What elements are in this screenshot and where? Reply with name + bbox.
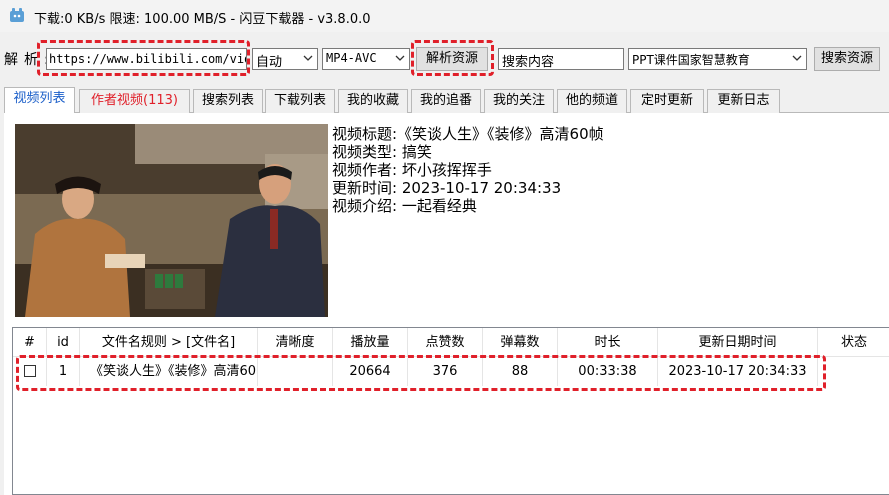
- column-header-danmaku[interactable]: 弹幕数: [483, 328, 558, 357]
- tab-video-list[interactable]: 视频列表: [4, 87, 75, 113]
- video-intro: 视频介绍: 一起看经典: [332, 197, 477, 215]
- column-header-id[interactable]: id: [47, 328, 80, 357]
- tab-search-list[interactable]: 搜索列表: [193, 89, 263, 113]
- row-likes: 376: [408, 358, 483, 386]
- quality-select[interactable]: 自动: [252, 48, 318, 70]
- video-title: 视频标题:《笑谈人生》《装修》高清60帧: [332, 125, 604, 143]
- tab-my-bangumi[interactable]: 我的追番: [411, 89, 481, 113]
- row-id: 1: [47, 358, 80, 386]
- video-thumbnail: [15, 124, 328, 317]
- tab-scheduled-update[interactable]: 定时更新: [630, 89, 704, 113]
- site-select-value: PPT课件国家智慧教育: [632, 53, 750, 67]
- column-header-plays[interactable]: 播放量: [333, 328, 408, 357]
- column-header-likes[interactable]: 点赞数: [408, 328, 483, 357]
- table-header: # id 文件名规则 > [文件名] 清晰度 播放量 点赞数 弹幕数 时长 更新…: [13, 328, 889, 357]
- row-checkbox[interactable]: [23, 364, 36, 377]
- table-row[interactable]: 1 《笑谈人生》《装修》高清60帧 20664 376 88 00:33:38 …: [13, 358, 889, 386]
- row-checkbox-cell[interactable]: [13, 358, 47, 386]
- video-info-panel: 视频标题:《笑谈人生》《装修》高清60帧 视频类型: 搞笑 视频作者: 坏小孩挥…: [332, 125, 604, 215]
- column-header-updated[interactable]: 更新日期时间: [658, 328, 818, 357]
- tab-my-following[interactable]: 我的关注: [484, 89, 554, 113]
- search-button[interactable]: 搜索资源: [814, 47, 880, 71]
- site-select[interactable]: PPT课件国家智慧教育: [628, 48, 807, 70]
- video-type: 视频类型: 搞笑: [332, 143, 432, 161]
- chevron-down-icon: [395, 55, 405, 61]
- row-danmaku: 88: [483, 358, 558, 386]
- title-bar: 下载:0 KB/s 限速: 100.00 MB/S - 闪豆下载器 - v3.8…: [0, 0, 889, 32]
- row-quality: [258, 358, 333, 386]
- format-select-value: MP4-AVC: [326, 51, 377, 65]
- row-status: [818, 358, 889, 386]
- column-header-duration[interactable]: 时长: [558, 328, 658, 357]
- app-logo-icon: [10, 8, 24, 22]
- tab-author-videos[interactable]: 作者视频(113): [79, 89, 190, 113]
- parse-button[interactable]: 解析资源: [416, 47, 488, 71]
- row-duration: 00:33:38: [558, 358, 658, 386]
- column-header-quality[interactable]: 清晰度: [258, 328, 333, 357]
- column-header-filename[interactable]: 文件名规则 > [文件名]: [80, 328, 258, 357]
- url-input[interactable]: https://www.bilibili.com/video/: [46, 48, 247, 70]
- row-plays: 20664: [333, 358, 408, 386]
- tab-my-favorites[interactable]: 我的收藏: [338, 89, 408, 113]
- chevron-down-icon: [792, 55, 802, 61]
- tab-download-list[interactable]: 下载列表: [265, 89, 335, 113]
- format-select[interactable]: MP4-AVC: [322, 48, 410, 70]
- thumbnail-image: [15, 124, 328, 317]
- tab-his-channel[interactable]: 他的频道: [557, 89, 627, 113]
- window-title: 下载:0 KB/s 限速: 100.00 MB/S - 闪豆下载器 - v3.8…: [34, 12, 371, 27]
- video-author: 视频作者: 坏小孩挥挥手: [332, 161, 492, 179]
- row-filename: 《笑谈人生》《装修》高清60帧: [80, 358, 258, 386]
- row-updated: 2023-10-17 20:34:33: [658, 358, 818, 386]
- chevron-down-icon: [303, 55, 313, 61]
- column-header-index[interactable]: #: [13, 328, 47, 357]
- column-header-status[interactable]: 状态: [818, 328, 889, 357]
- tab-changelog[interactable]: 更新日志: [707, 89, 780, 113]
- quality-select-value: 自动: [256, 55, 283, 70]
- search-input[interactable]: 搜索内容: [498, 48, 624, 70]
- video-table[interactable]: # id 文件名规则 > [文件名] 清晰度 播放量 点赞数 弹幕数 时长 更新…: [12, 327, 889, 495]
- video-updated: 更新时间: 2023-10-17 20:34:33: [332, 179, 562, 197]
